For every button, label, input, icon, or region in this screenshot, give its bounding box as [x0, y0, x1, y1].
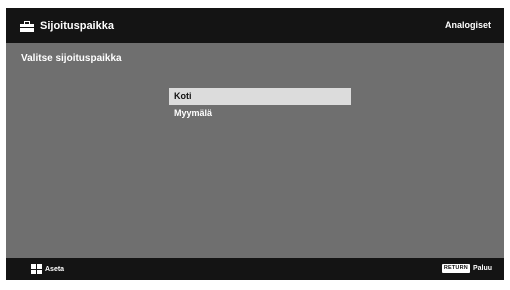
set-hint[interactable]: Aseta — [31, 264, 64, 274]
option-koti[interactable]: Koti — [169, 88, 351, 105]
location-options-list: Koti Myymälä — [169, 88, 351, 122]
title-group: Sijoituspaikka — [20, 17, 114, 35]
title-bar: Sijoituspaikka Analogiset — [6, 8, 504, 43]
return-key-badge: RETURN — [441, 264, 470, 273]
option-myymala[interactable]: Myymälä — [169, 105, 351, 122]
page-title: Sijoituspaikka — [40, 20, 114, 32]
dpad-icon — [31, 264, 42, 274]
input-mode-label: Analogiset — [444, 20, 491, 30]
back-label: Paluu — [472, 265, 492, 272]
briefcase-icon — [20, 20, 34, 32]
tv-menu-screen: Sijoituspaikka Analogiset Valitse sijoit… — [6, 8, 504, 280]
back-hint[interactable]: RETURN Paluu — [441, 264, 492, 273]
footer-bar: Aseta RETURN Paluu — [6, 258, 504, 280]
set-label: Aseta — [45, 265, 65, 273]
prompt-text: Valitse sijoituspaikka — [21, 53, 122, 64]
